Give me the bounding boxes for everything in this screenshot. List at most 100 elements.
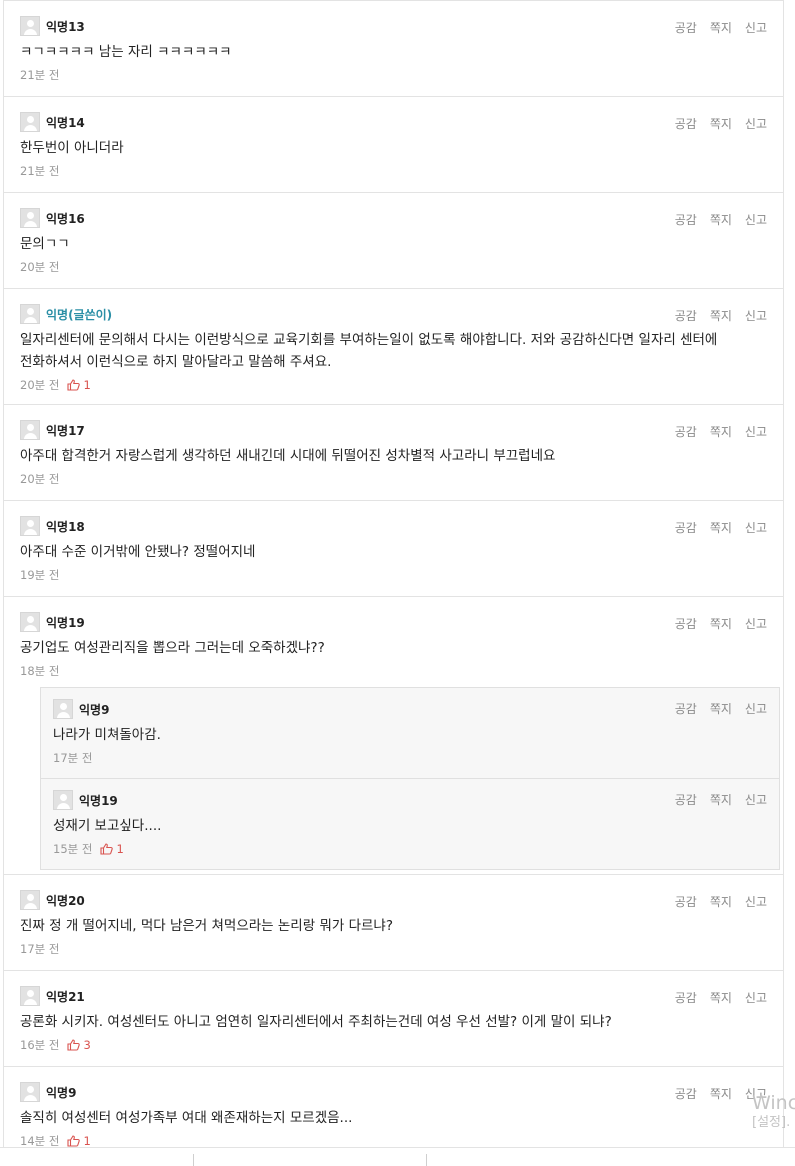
comment-list: 익명13 공감 쪽지 신고 ㅋㄱㅋㅋㅋㅋ 남는 자리 ㅋㅋㅋㅋㅋㅋ 21분 전 익명…	[3, 0, 784, 1148]
like-count[interactable]: 1	[67, 1134, 91, 1148]
reply-time: 17분 전	[53, 751, 93, 765]
comment-item: 익명(글쓴이) 공감 쪽지 신고 일자리센터에 문의해서 다시는 이런방식으로 교육…	[4, 289, 783, 405]
report-button[interactable]: 신고	[745, 307, 767, 324]
comment-time: 20분 전	[20, 472, 60, 486]
report-button[interactable]: 신고	[745, 989, 767, 1006]
comment-time: 16분 전	[20, 1038, 60, 1052]
reply-text: 성재기 보고싶다....	[53, 818, 162, 834]
comment-text: 아주대 수준 이거밖에 안됐나? 정떨어지네	[20, 544, 256, 560]
watermark-line2: [설정].	[752, 1115, 791, 1130]
like-button[interactable]: 공감	[675, 211, 697, 228]
comment-item: 익명14 공감 쪽지 신고 한두번이 아니더라 21분 전	[4, 97, 783, 193]
watermark-line1: Winc	[752, 1092, 795, 1114]
report-button[interactable]: 신고	[745, 615, 767, 632]
like-count[interactable]: 3	[67, 1038, 91, 1052]
comment-nick: 익명21	[46, 989, 85, 1004]
comment-time: 21분 전	[20, 164, 60, 178]
comment-time: 20분 전	[20, 260, 60, 274]
toolbar-divider	[193, 1154, 194, 1166]
reply-nick: 익명9	[79, 702, 110, 717]
avatar-icon	[53, 699, 73, 719]
comment-nick: 익명20	[46, 893, 85, 908]
report-button[interactable]: 신고	[745, 893, 767, 910]
reply-nick: 익명19	[79, 793, 118, 808]
message-button[interactable]: 쪽지	[710, 700, 732, 717]
message-button[interactable]: 쪽지	[710, 989, 732, 1006]
reply-list: 익명9 공감 쪽지 신고 나라가 미쳐돌아감. 17분 전 익명19 공감 쪽지 신고 …	[40, 687, 780, 870]
comment-text: 공론화 시키자. 여성센터도 아니고 엄연히 일자리센터에서 주최하는건데 여성…	[20, 1014, 612, 1030]
comment-text: 문의ㄱㄱ	[20, 236, 70, 252]
like-button[interactable]: 공감	[675, 307, 697, 324]
comment-nick: 익명9	[46, 1085, 77, 1100]
like-button[interactable]: 공감	[675, 791, 697, 808]
comment-time: 20분 전	[20, 378, 60, 392]
message-button[interactable]: 쪽지	[710, 1085, 732, 1102]
like-button[interactable]: 공감	[675, 423, 697, 440]
like-button[interactable]: 공감	[675, 19, 697, 36]
thumbs-up-icon	[67, 1135, 81, 1147]
comment-nick: 익명13	[46, 19, 85, 34]
message-button[interactable]: 쪽지	[710, 19, 732, 36]
report-button[interactable]: 신고	[745, 423, 767, 440]
message-button[interactable]: 쪽지	[710, 307, 732, 324]
report-button[interactable]: 신고	[745, 700, 767, 717]
avatar-icon	[20, 1082, 40, 1102]
avatar-icon	[20, 612, 40, 632]
comment-time: 21분 전	[20, 68, 60, 82]
report-button[interactable]: 신고	[745, 791, 767, 808]
comment-text: 진짜 정 개 떨어지네, 먹다 남은거 쳐먹으라는 논리랑 뭐가 다르냐?	[20, 918, 393, 934]
like-button[interactable]: 공감	[675, 519, 697, 536]
comment-nick-writer: 익명(글쓴이)	[46, 307, 113, 322]
windows-activation-watermark: Winc [설정].	[752, 1092, 795, 1132]
thumbs-up-icon	[100, 843, 114, 855]
comment-time: 17분 전	[20, 942, 60, 956]
avatar-icon	[20, 112, 40, 132]
comment-time: 19분 전	[20, 568, 60, 582]
like-count[interactable]: 1	[100, 842, 124, 856]
report-button[interactable]: 신고	[745, 19, 767, 36]
message-button[interactable]: 쪽지	[710, 893, 732, 910]
comment-text: 아주대 합격한거 자랑스럽게 생각하던 새내긴데 시대에 뒤떨어진 성차별적 사…	[20, 448, 556, 464]
like-button[interactable]: 공감	[675, 700, 697, 717]
message-button[interactable]: 쪽지	[710, 615, 732, 632]
reply-item: 익명9 공감 쪽지 신고 나라가 미쳐돌아감. 17분 전	[41, 688, 779, 779]
comment-item: 익명17 공감 쪽지 신고 아주대 합격한거 자랑스럽게 생각하던 새내긴데 시대에…	[4, 405, 783, 501]
like-count-value: 1	[116, 842, 124, 856]
reply-text: 나라가 미쳐돌아감.	[53, 727, 161, 743]
reply-time: 15분 전	[53, 842, 93, 856]
comment-text: 한두번이 아니더라	[20, 140, 124, 156]
toolbar-divider	[426, 1154, 427, 1166]
comment-nick: 익명16	[46, 211, 85, 226]
avatar-icon	[20, 304, 40, 324]
like-button[interactable]: 공감	[675, 989, 697, 1006]
like-button[interactable]: 공감	[675, 1085, 697, 1102]
message-button[interactable]: 쪽지	[710, 519, 732, 536]
comment-nick: 익명19	[46, 615, 85, 630]
message-button[interactable]: 쪽지	[710, 211, 732, 228]
message-button[interactable]: 쪽지	[710, 115, 732, 132]
like-button[interactable]: 공감	[675, 615, 697, 632]
comment-nick: 익명17	[46, 423, 85, 438]
avatar-icon	[20, 890, 40, 910]
report-button[interactable]: 신고	[745, 115, 767, 132]
report-button[interactable]: 신고	[745, 211, 767, 228]
avatar-icon	[20, 986, 40, 1006]
message-button[interactable]: 쪽지	[710, 791, 732, 808]
like-count-value: 1	[83, 1134, 91, 1148]
thumbs-up-icon	[67, 379, 81, 391]
message-button[interactable]: 쪽지	[710, 423, 732, 440]
like-count[interactable]: 1	[67, 378, 91, 392]
like-button[interactable]: 공감	[675, 115, 697, 132]
comment-nick: 익명18	[46, 519, 85, 534]
comment-item: 익명13 공감 쪽지 신고 ㅋㄱㅋㅋㅋㅋ 남는 자리 ㅋㅋㅋㅋㅋㅋ 21분 전	[4, 1, 783, 97]
like-button[interactable]: 공감	[675, 893, 697, 910]
reply-item: 익명19 공감 쪽지 신고 성재기 보고싶다.... 15분 전 1	[41, 779, 779, 869]
comment-item: 익명21 공감 쪽지 신고 공론화 시키자. 여성센터도 아니고 엄연히 일자리센터…	[4, 971, 783, 1067]
comment-item: 익명16 공감 쪽지 신고 문의ㄱㄱ 20분 전	[4, 193, 783, 289]
report-button[interactable]: 신고	[745, 519, 767, 536]
avatar-icon	[20, 420, 40, 440]
avatar-icon	[20, 516, 40, 536]
comment-time: 18분 전	[20, 664, 60, 678]
comment-text: 솔직히 여성센터 여성가족부 여대 왜존재하는지 모르겠음...	[20, 1110, 353, 1126]
comment-nick: 익명14	[46, 115, 85, 130]
